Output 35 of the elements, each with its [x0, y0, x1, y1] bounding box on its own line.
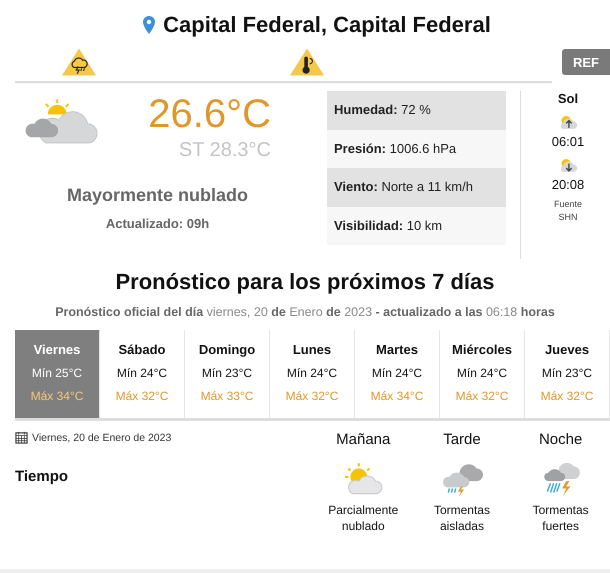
- sunset-time: 20:08: [552, 177, 584, 192]
- period-title: Noche: [538, 431, 582, 448]
- updated-time: Actualizado: 09h: [104, 216, 210, 231]
- thermometer-warning-icon[interactable]: [289, 47, 325, 77]
- stat-row: Presión: 1006.6 hPa: [327, 130, 506, 168]
- period-title: Mañana: [336, 431, 390, 448]
- storm-warning-icon[interactable]: [61, 47, 97, 77]
- period-description: Parcialmente nublado: [327, 502, 400, 534]
- day-tab[interactable]: Lunes Mín 24°C Máx 32°C: [270, 330, 355, 418]
- data-source: Fuente SHN: [552, 198, 584, 224]
- location-title: Capital Federal, Capital Federal: [143, 0, 491, 40]
- ref-button[interactable]: REF: [562, 49, 610, 75]
- calendar-icon: [15, 431, 28, 444]
- stat-row: Humedad: 72 %: [327, 91, 506, 130]
- day-tab[interactable]: Sábado Mín 24°C Máx 32°C: [100, 330, 185, 418]
- day-tab[interactable]: Martes Mín 24°C Máx 34°C: [355, 330, 440, 418]
- period-description: Tormentas fuertes: [532, 502, 590, 534]
- stat-row: Visibilidad: 10 km: [327, 206, 506, 245]
- period-title: Tarde: [443, 431, 481, 448]
- day-tab[interactable]: Domingo Mín 23°C Máx 33°C: [185, 330, 270, 418]
- feels-like-temperature: ST 28.3°C: [178, 139, 271, 162]
- day-tab[interactable]: Viernes Mín 25°C Máx 34°C: [15, 330, 100, 418]
- period-description: Tormentas aisladas: [432, 502, 491, 534]
- forecast-subtitle: Pronóstico oficial del día viernes, 20 de Enero de 2023 - actualizado a las 06:18 horas: [54, 305, 556, 321]
- row-label: Tiempo: [15, 468, 70, 485]
- day-tab[interactable]: Jueves Mín 23°C Máx 32°C: [525, 330, 610, 418]
- weather-description: Mayormente nublado: [66, 185, 250, 206]
- stat-row: Viento: Norte a 11 km/h: [327, 168, 506, 206]
- forecast-title: Pronóstico para los próximos 7 días: [114, 268, 496, 296]
- forecast-date: Viernes, 20 de Enero de 2023: [32, 432, 172, 444]
- location-pin-icon: [143, 16, 156, 34]
- sun-title: Sol: [558, 91, 578, 106]
- temperature: 26.6°C: [147, 91, 271, 137]
- day-tab[interactable]: Miércoles Mín 24°C Máx 32°C: [440, 330, 525, 418]
- sunrise-time: 06:01: [552, 134, 584, 149]
